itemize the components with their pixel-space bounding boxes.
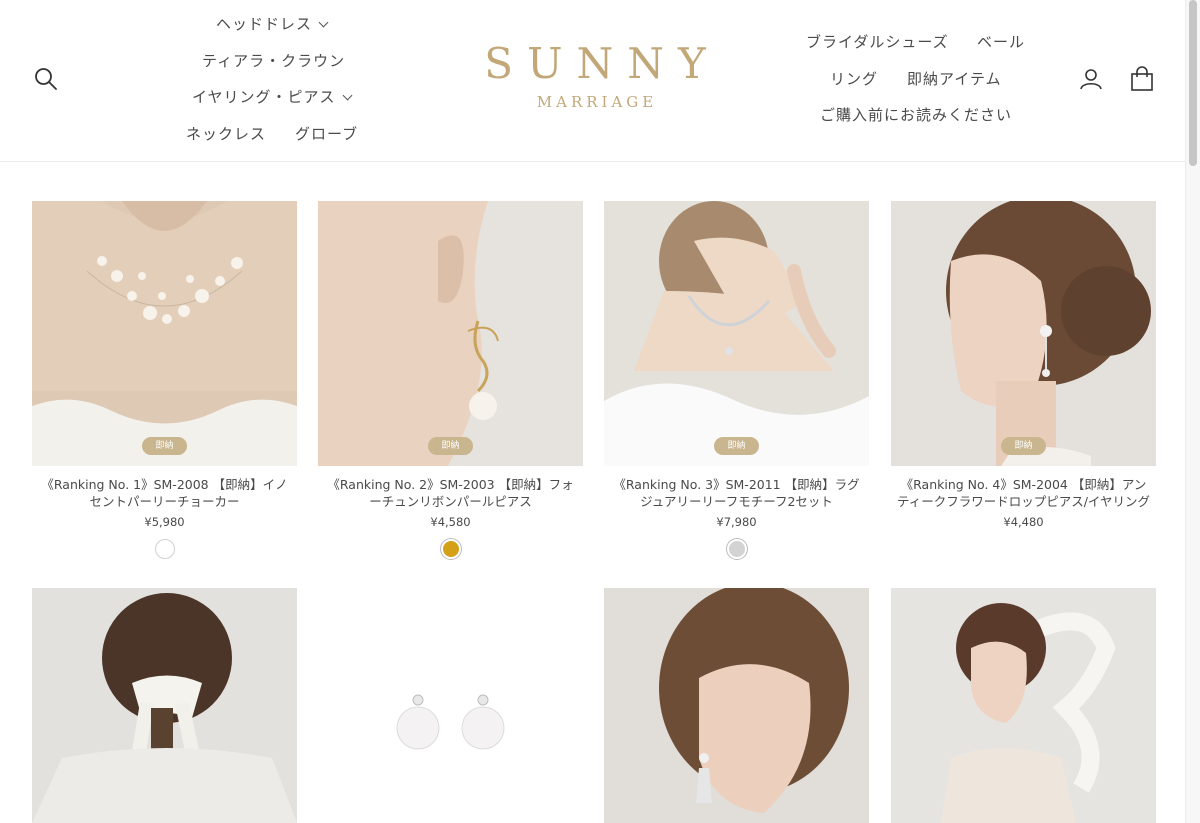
- in-stock-badge: 即納: [142, 437, 187, 455]
- nav-item-gloves[interactable]: グローブ: [295, 123, 358, 144]
- product-image-ribbon-headdress[interactable]: [32, 588, 297, 823]
- nav-item-veil[interactable]: ベール: [977, 31, 1025, 52]
- product-card[interactable]: [318, 588, 583, 823]
- product-card[interactable]: [604, 588, 869, 823]
- chevron-down-icon: [342, 90, 353, 101]
- color-swatch[interactable]: [440, 539, 461, 559]
- scrollbar-thumb[interactable]: [1189, 0, 1197, 166]
- user-icon[interactable]: [1079, 67, 1103, 95]
- nav-item-necklace[interactable]: ネックレス: [186, 123, 266, 144]
- product-image-leaf-necklace[interactable]: 即納: [604, 201, 869, 466]
- product-price: ¥4,480: [1003, 515, 1044, 529]
- nav-item-label: イヤリング・ピアス: [192, 88, 336, 106]
- nav-item-label: リング: [830, 70, 879, 88]
- nav-item-headdress[interactable]: ヘッドドレス: [216, 13, 329, 34]
- scrollbar[interactable]: [1185, 0, 1200, 823]
- site-header: ヘッドドレス ティアラ・クラウン イヤリング・ピアス ネックレス グローブ SU…: [0, 0, 1185, 162]
- nav-item-label: 即納アイテム: [907, 70, 1002, 88]
- color-swatch[interactable]: [154, 539, 175, 559]
- search-icon[interactable]: [34, 67, 58, 95]
- product-image-ribbon-pearl-earring[interactable]: 即納: [318, 201, 583, 466]
- product-card[interactable]: 即納 《Ranking No. 3》SM-2011 【即納】ラグジュアリーリーフ…: [604, 201, 869, 559]
- brand-name: SUNNY: [484, 39, 720, 88]
- product-card[interactable]: [32, 588, 297, 823]
- nav-item-label: ネックレス: [186, 125, 267, 143]
- product-card[interactable]: 即納 《Ranking No. 2》SM-2003 【即納】フォーチュンリボンパ…: [318, 201, 583, 559]
- chevron-down-icon: [318, 17, 329, 28]
- product-image-pearl-choker[interactable]: 即納: [32, 201, 297, 466]
- product-price: ¥4,580: [430, 515, 471, 529]
- nav-item-label: ブライダルシューズ: [806, 33, 949, 51]
- in-stock-badge: 即納: [1001, 437, 1046, 455]
- product-price: ¥5,980: [144, 515, 185, 529]
- nav-item-read-before-purchase[interactable]: ご購入前にお読みください: [820, 104, 1012, 125]
- product-card[interactable]: [891, 588, 1156, 823]
- nav-item-label: ご購入前にお読みください: [820, 106, 1013, 124]
- product-title[interactable]: 《Ranking No. 1》SM-2008 【即納】イノセントパーリーチョーカ…: [32, 476, 297, 510]
- nav-item-label: ヘッドドレス: [216, 15, 313, 33]
- in-stock-badge: 即納: [428, 437, 473, 455]
- nav-item-bridal-shoes[interactable]: ブライダルシューズ: [806, 31, 949, 52]
- product-image-flower-drop-earring[interactable]: 即納: [891, 201, 1156, 466]
- nav-item-label: ベール: [977, 33, 1026, 51]
- product-title[interactable]: 《Ranking No. 3》SM-2011 【即納】ラグジュアリーリーフモチー…: [604, 476, 869, 510]
- nav-item-earrings[interactable]: イヤリング・ピアス: [192, 86, 353, 107]
- nav-item-label: グローブ: [295, 125, 359, 143]
- brand-logo[interactable]: SUNNY MARRIAGE: [440, 38, 750, 112]
- color-swatch[interactable]: [726, 539, 747, 559]
- product-image-organza-bow[interactable]: [891, 588, 1156, 823]
- nav-item-in-stock[interactable]: 即納アイテム: [907, 68, 1002, 89]
- product-price: ¥7,980: [716, 515, 757, 529]
- nav-item-label: ティアラ・クラウン: [202, 52, 346, 70]
- nav-item-tiara[interactable]: ティアラ・クラウン: [202, 50, 345, 71]
- product-title[interactable]: 《Ranking No. 2》SM-2003 【即納】フォーチュンリボンパールピ…: [318, 476, 583, 510]
- product-image-crystal-earring[interactable]: [604, 588, 869, 823]
- product-card[interactable]: 即納 《Ranking No. 1》SM-2008 【即納】イノセントパーリーチ…: [32, 201, 297, 559]
- cart-icon[interactable]: [1130, 66, 1154, 96]
- product-image-pearl-stud-earrings[interactable]: [318, 588, 583, 823]
- product-card[interactable]: 即納 《Ranking No. 4》SM-2004 【即納】アンティークフラワー…: [891, 201, 1156, 529]
- nav-item-ring[interactable]: リング: [830, 68, 878, 89]
- brand-tagline: MARRIAGE: [536, 93, 658, 111]
- product-title[interactable]: 《Ranking No. 4》SM-2004 【即納】アンティークフラワードロッ…: [891, 476, 1156, 510]
- in-stock-badge: 即納: [714, 437, 759, 455]
